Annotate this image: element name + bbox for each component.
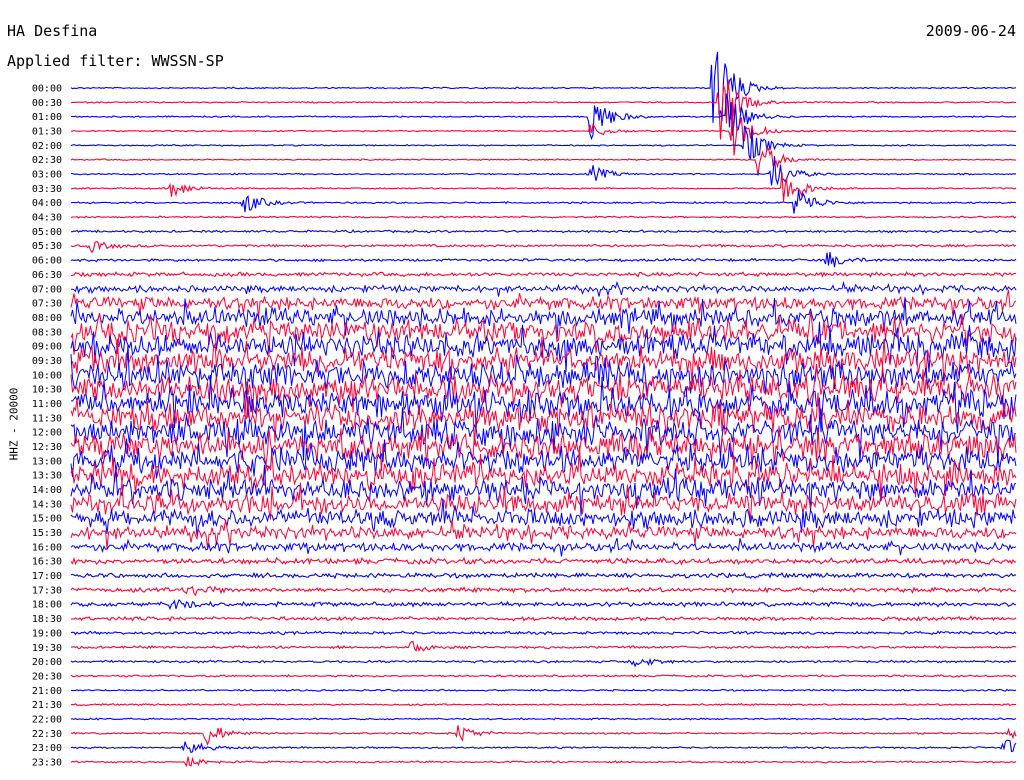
row-time-label: 14:30 — [32, 499, 62, 510]
trace-row-1600 — [70, 537, 1017, 557]
row-time-label: 23:30 — [32, 757, 62, 768]
trace-row-1630 — [70, 556, 1017, 566]
row-time-label: 01:30 — [32, 127, 62, 138]
row-time-label: 01:00 — [32, 112, 62, 123]
trace-row-0730 — [70, 289, 1017, 319]
trace-row-0130 — [70, 104, 1016, 156]
trace-row-0530 — [70, 241, 1017, 254]
trace-row-1730 — [70, 585, 1017, 597]
row-time-label: 16:30 — [32, 557, 62, 568]
trace-row-0630 — [70, 271, 1017, 278]
trace-row-2100 — [70, 688, 1017, 692]
row-time-label: 19:30 — [32, 643, 62, 654]
trace-row-0300 — [70, 156, 1017, 186]
row-time-label: 22:30 — [32, 729, 62, 740]
row-time-label: 21:00 — [32, 686, 62, 697]
row-time-label: 11:00 — [32, 399, 62, 410]
trace-row-2030 — [70, 674, 1017, 678]
row-time-label: 22:00 — [32, 714, 62, 725]
trace-row-0400 — [70, 189, 1017, 214]
trace-row-2130 — [70, 702, 1016, 707]
trace-row-2300 — [70, 739, 1017, 754]
row-time-label: 07:30 — [32, 299, 62, 310]
row-time-label: 12:00 — [32, 428, 62, 439]
row-label-group: 00:00 00:30 01:00 01:30 02:00 02:30 03:00 03:30… — [32, 84, 62, 769]
trace-row-0330 — [70, 172, 1017, 202]
trace-row-2000 — [70, 657, 1016, 668]
row-time-label: 20:00 — [32, 657, 62, 668]
row-time-label: 18:30 — [32, 614, 62, 625]
trace-row-0430 — [70, 215, 1017, 219]
row-time-label: 17:00 — [32, 571, 62, 582]
trace-row-2230 — [70, 725, 1017, 746]
row-time-label: 15:30 — [32, 528, 62, 539]
row-time-label: 14:00 — [32, 485, 62, 496]
trace-row-1700 — [70, 571, 1017, 580]
row-time-label: 15:00 — [32, 514, 62, 525]
row-time-label: 23:00 — [32, 743, 62, 754]
trace-row-0700 — [71, 280, 1017, 297]
trace-row-0230 — [70, 146, 1017, 176]
row-time-label: 21:30 — [32, 700, 62, 711]
row-time-label: 17:30 — [32, 585, 62, 596]
trace-group — [70, 51, 1017, 768]
row-time-label: 10:30 — [32, 385, 62, 396]
trace-row-0000 — [70, 51, 1017, 123]
row-time-label: 06:30 — [32, 270, 62, 281]
row-time-label: 10:00 — [32, 370, 62, 381]
trace-row-1830 — [70, 615, 1017, 622]
row-time-label: 09:00 — [32, 342, 62, 353]
row-time-label: 05:00 — [32, 227, 62, 238]
row-time-label: 18:00 — [32, 600, 62, 611]
row-time-label: 06:00 — [32, 256, 62, 267]
row-time-label: 12:30 — [32, 442, 62, 453]
row-time-label: 08:30 — [32, 327, 62, 338]
row-time-label: 13:00 — [32, 456, 62, 467]
trace-row-2200 — [71, 717, 1017, 721]
row-time-label: 16:00 — [32, 542, 62, 553]
row-time-label: 04:30 — [32, 213, 62, 224]
trace-row-0500 — [71, 229, 1017, 234]
row-time-label: 00:30 — [32, 98, 62, 109]
trace-row-1200 — [70, 407, 1017, 464]
row-time-label: 04:00 — [32, 198, 62, 209]
trace-row-0600 — [70, 252, 1017, 268]
trace-row-1900 — [70, 630, 1017, 636]
trace-row-1930 — [70, 641, 1017, 653]
row-time-label: 11:30 — [32, 413, 62, 424]
trace-row-2330 — [70, 756, 1017, 768]
row-time-label: 20:30 — [32, 671, 62, 682]
helicorder-plot: 00:00 00:30 01:00 01:30 02:00 02:30 03:00 03:30… — [32, 51, 1017, 769]
trace-row-0100 — [71, 93, 1017, 141]
row-time-label: 03:00 — [32, 170, 62, 181]
row-time-label: 19:00 — [32, 628, 62, 639]
trace-row-1800 — [70, 599, 1017, 611]
row-time-label: 02:30 — [32, 155, 62, 166]
row-time-label: 08:00 — [32, 313, 62, 324]
row-time-label: 02:00 — [32, 141, 62, 152]
row-time-label: 03:30 — [32, 184, 62, 195]
row-time-label: 13:30 — [32, 471, 62, 482]
row-time-label: 09:30 — [32, 356, 62, 367]
row-time-label: 07:00 — [32, 284, 62, 295]
row-time-label: 05:30 — [32, 241, 62, 252]
row-time-label: 00:00 — [32, 84, 62, 95]
